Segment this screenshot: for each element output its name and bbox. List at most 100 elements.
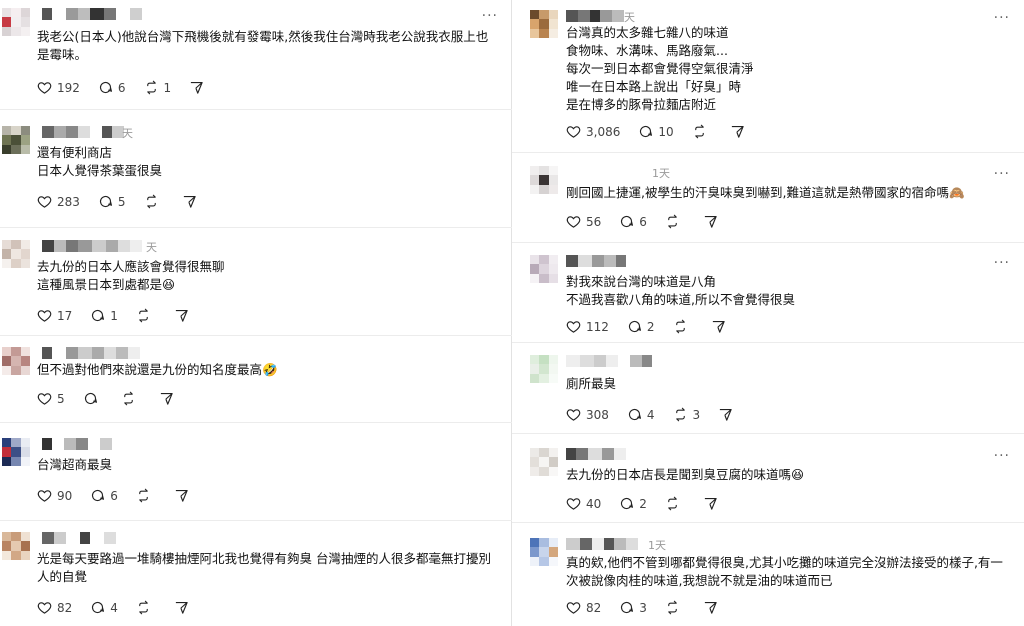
send-icon: [160, 392, 173, 405]
repost-button[interactable]: [121, 391, 141, 406]
action-bar: 90 6: [37, 488, 212, 503]
username-redacted[interactable]: [566, 10, 624, 22]
repost-button[interactable]: [665, 600, 685, 615]
repost-button[interactable]: 1: [144, 80, 171, 95]
username-redacted[interactable]: [566, 448, 626, 460]
avatar[interactable]: [530, 255, 558, 283]
share-button[interactable]: [174, 600, 194, 615]
like-button[interactable]: 283: [37, 194, 80, 209]
heart-icon: [566, 126, 581, 138]
repost-button[interactable]: [673, 319, 693, 334]
username-redacted[interactable]: [566, 355, 652, 367]
reply-button[interactable]: 3: [619, 600, 647, 615]
share-button[interactable]: [718, 407, 738, 422]
like-button[interactable]: 82: [37, 600, 72, 615]
repost-button[interactable]: [692, 124, 712, 139]
like-button[interactable]: 308: [566, 407, 609, 422]
like-count: 56: [586, 214, 602, 229]
repost-button[interactable]: [136, 600, 156, 615]
avatar[interactable]: [530, 355, 558, 383]
reply-button[interactable]: 5: [98, 194, 126, 209]
avatar[interactable]: [2, 240, 30, 268]
more-icon[interactable]: ···: [994, 255, 1010, 271]
avatar[interactable]: [530, 538, 558, 566]
username-redacted[interactable]: [42, 438, 112, 450]
like-button[interactable]: 5: [37, 391, 65, 406]
avatar[interactable]: [2, 126, 30, 154]
divider: [0, 335, 512, 336]
post-time: 1天: [652, 167, 670, 180]
heart-icon: [566, 321, 581, 333]
username-redacted[interactable]: [42, 347, 140, 359]
share-button[interactable]: [189, 80, 209, 95]
like-button[interactable]: 17: [37, 308, 72, 323]
comment-post: ··· 對我來說台灣的味道是八角 不過我喜歡八角的味道,所以不會覺得很臭 112…: [512, 255, 1024, 340]
comment-icon: [92, 601, 105, 614]
send-icon: [183, 195, 196, 208]
username-redacted[interactable]: [42, 240, 142, 252]
comment-text: 台灣超商最臭: [37, 457, 113, 472]
repost-button[interactable]: [665, 214, 685, 229]
send-icon: [175, 489, 188, 502]
like-button[interactable]: 90: [37, 488, 72, 503]
share-button[interactable]: [703, 600, 723, 615]
comment-text: 真的欸,他們不管到哪都覺得很臭,尤其小吃攤的味道完全沒辦法接受的樣子,有一次被說…: [566, 555, 1003, 588]
avatar[interactable]: [530, 448, 558, 476]
share-button[interactable]: [174, 308, 194, 323]
comment-post: 台灣超商最臭 90 6: [0, 438, 512, 518]
avatar[interactable]: [530, 10, 558, 38]
username-redacted[interactable]: [42, 8, 142, 20]
repost-button[interactable]: 3: [673, 407, 700, 422]
send-icon: [175, 309, 188, 322]
reply-button[interactable]: 2: [627, 319, 655, 334]
reply-button[interactable]: 4: [90, 600, 118, 615]
repost-button[interactable]: [136, 488, 156, 503]
comment-post: 1天 真的欸,他們不管到哪都覺得很臭,尤其小吃攤的味道完全沒辦法接受的樣子,有一…: [512, 538, 1024, 626]
comment-text: 還有便利商店 日本人覺得茶葉蛋很臭: [37, 145, 163, 178]
repost-button[interactable]: [144, 194, 164, 209]
share-button[interactable]: [703, 214, 723, 229]
reply-button[interactable]: 6: [90, 488, 118, 503]
avatar[interactable]: [2, 438, 30, 466]
share-button[interactable]: [174, 488, 194, 503]
avatar[interactable]: [2, 532, 30, 560]
username-redacted[interactable]: [42, 126, 124, 138]
repost-button[interactable]: [665, 496, 685, 511]
reply-button[interactable]: 4: [627, 407, 655, 422]
reply-button[interactable]: [83, 391, 103, 406]
like-button[interactable]: 192: [37, 80, 80, 95]
username-redacted[interactable]: [42, 532, 116, 544]
reply-button[interactable]: 2: [619, 496, 647, 511]
more-icon[interactable]: ···: [482, 8, 498, 24]
reply-count: 2: [646, 319, 655, 334]
like-button[interactable]: 82: [566, 600, 601, 615]
avatar[interactable]: [530, 166, 558, 194]
share-button[interactable]: [159, 391, 179, 406]
like-button[interactable]: 112: [566, 319, 609, 334]
like-button[interactable]: 40: [566, 496, 601, 511]
comment-icon: [628, 408, 641, 421]
reply-button[interactable]: 10: [638, 124, 674, 139]
repost-button[interactable]: [136, 308, 156, 323]
reply-button[interactable]: 6: [98, 80, 126, 95]
username-redacted[interactable]: [566, 538, 638, 550]
share-button[interactable]: [711, 319, 731, 334]
like-count: 283: [57, 194, 80, 209]
username-redacted[interactable]: [566, 255, 626, 267]
share-button[interactable]: [703, 496, 723, 511]
reply-button[interactable]: 1: [90, 308, 118, 323]
comment-post: 天 去九份的日本人應該會覺得很無聊 這種風景日本到處都是😆 17 1: [0, 240, 512, 330]
like-button[interactable]: 56: [566, 214, 601, 229]
share-button[interactable]: [182, 194, 202, 209]
avatar[interactable]: [2, 8, 30, 36]
more-icon[interactable]: ···: [994, 448, 1010, 464]
share-button[interactable]: [730, 124, 750, 139]
like-button[interactable]: 3,086: [566, 124, 620, 139]
divider: [0, 422, 512, 423]
more-icon[interactable]: ···: [994, 166, 1010, 182]
action-bar: 40 2: [566, 496, 741, 511]
avatar[interactable]: [2, 347, 30, 375]
reply-button[interactable]: 6: [619, 214, 647, 229]
reply-count: 5: [117, 194, 126, 209]
post-time: 1天: [648, 539, 666, 552]
